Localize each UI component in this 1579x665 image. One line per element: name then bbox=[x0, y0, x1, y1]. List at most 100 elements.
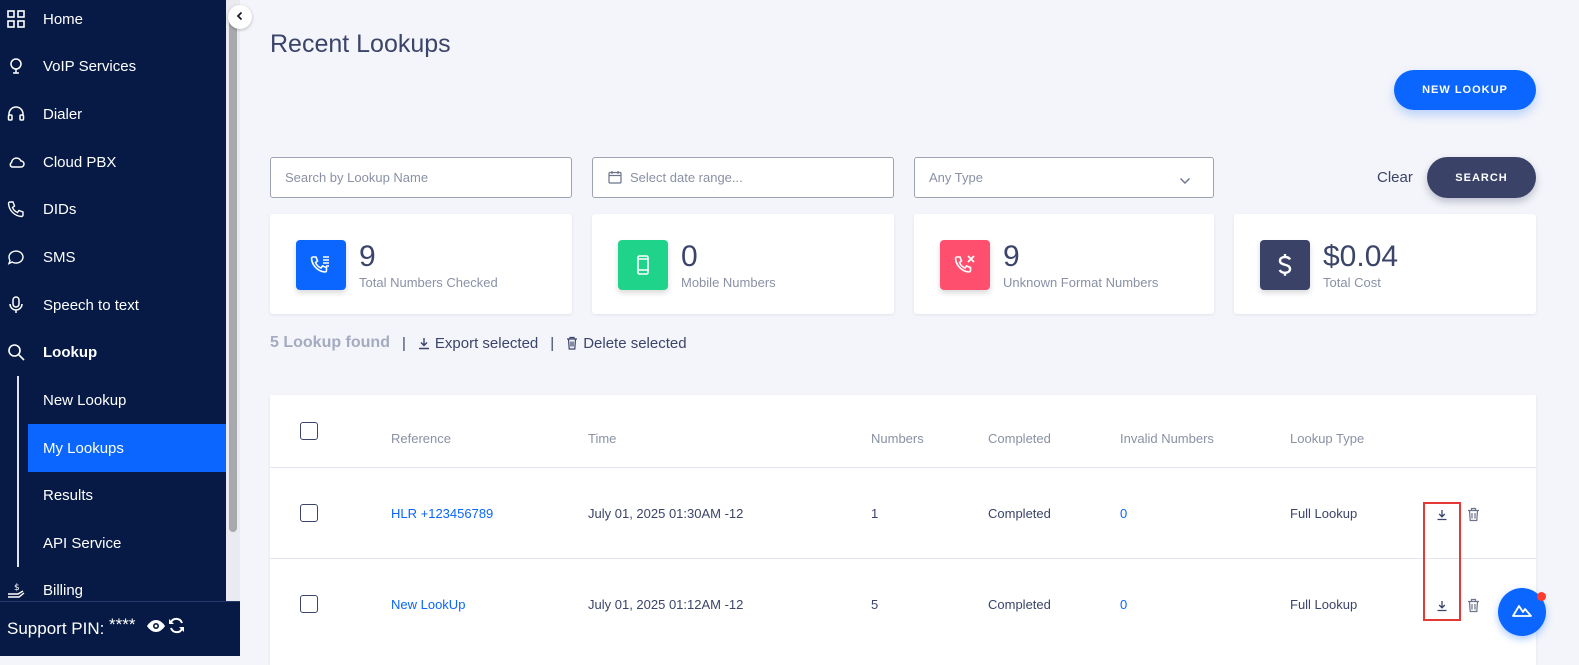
refresh-icon[interactable] bbox=[168, 617, 185, 639]
sidebar-item-home[interactable]: Home bbox=[0, 0, 226, 43]
collapse-sidebar-button[interactable] bbox=[228, 5, 252, 29]
stat-card-unknown-format: 9 Unknown Format Numbers bbox=[914, 214, 1214, 314]
results-count: 5 Lookup found bbox=[270, 334, 390, 351]
column-header-numbers[interactable]: Numbers bbox=[871, 431, 924, 446]
stat-value: $0.04 bbox=[1323, 240, 1399, 273]
divider bbox=[270, 558, 1536, 559]
search-input[interactable] bbox=[271, 158, 571, 197]
cloud-icon bbox=[7, 153, 25, 171]
sidebar-item-cloud-pbx[interactable]: Cloud PBX bbox=[0, 138, 226, 186]
search-button[interactable]: SEARCH bbox=[1427, 157, 1536, 198]
search-icon bbox=[7, 343, 25, 361]
date-range-input[interactable] bbox=[593, 158, 893, 197]
completed-cell: Completed bbox=[988, 506, 1051, 521]
sidebar-subitem-new-lookup[interactable]: New Lookup bbox=[28, 376, 226, 424]
sidebar-item-label: SMS bbox=[43, 248, 76, 266]
sidebar-subitem-label: Results bbox=[43, 486, 94, 504]
column-header-lookup-type[interactable]: Lookup Type bbox=[1290, 431, 1364, 446]
select-all-checkbox[interactable] bbox=[300, 422, 318, 440]
row-checkbox[interactable] bbox=[300, 504, 318, 522]
sidebar-item-label: Billing bbox=[43, 581, 84, 599]
phone-x-icon bbox=[940, 240, 990, 290]
download-column-highlight bbox=[1423, 502, 1461, 621]
sidebar-scrollbar-thumb[interactable] bbox=[229, 20, 237, 532]
sidebar-item-label: VoIP Services bbox=[43, 57, 137, 75]
submenu-line bbox=[17, 376, 19, 567]
sidebar-item-label: Dialer bbox=[43, 105, 83, 123]
completed-cell: Completed bbox=[988, 597, 1051, 612]
chat-widget-icon bbox=[1512, 602, 1532, 623]
reference-link[interactable]: New LookUp bbox=[391, 597, 465, 612]
sidebar-item-label: Lookup bbox=[43, 343, 98, 361]
date-range-field[interactable] bbox=[592, 157, 894, 198]
sidebar-item-speech-to-text[interactable]: Speech to text bbox=[0, 281, 226, 329]
column-header-time[interactable]: Time bbox=[588, 431, 616, 446]
sidebar-item-label: Home bbox=[43, 10, 84, 28]
sidebar: Home VoIP Services Dialer Cloud PBX DIDs… bbox=[0, 0, 226, 655]
stat-label: Total Cost bbox=[1323, 275, 1381, 290]
sidebar-subitem-label: My Lookups bbox=[43, 439, 124, 457]
headset-icon bbox=[7, 105, 25, 123]
download-icon bbox=[418, 337, 429, 349]
delete-selected-label: Delete selected bbox=[583, 334, 687, 352]
eye-icon[interactable] bbox=[146, 618, 166, 638]
stat-value: 9 bbox=[1003, 240, 1020, 273]
grid-icon bbox=[7, 10, 25, 28]
stat-label: Mobile Numbers bbox=[681, 275, 776, 290]
mobile-icon bbox=[618, 240, 668, 290]
trash-icon bbox=[567, 336, 578, 350]
sidebar-subitem-my-lookups[interactable]: My Lookups bbox=[28, 424, 226, 472]
time-cell: July 01, 2025 01:30AM -12 bbox=[588, 506, 744, 521]
sidebar-subitem-label: API Service bbox=[43, 534, 122, 552]
sidebar-item-lookup[interactable]: Lookup bbox=[0, 328, 226, 376]
divider bbox=[270, 467, 1536, 468]
sidebar-item-voip-services[interactable]: VoIP Services bbox=[0, 42, 226, 90]
column-header-invalid-numbers[interactable]: Invalid Numbers bbox=[1120, 431, 1214, 446]
billing-icon: $ bbox=[7, 581, 25, 599]
delete-selected-button[interactable]: Delete selected bbox=[566, 334, 687, 352]
sidebar-subitem-results[interactable]: Results bbox=[28, 471, 226, 519]
sidebar-item-sms[interactable]: SMS bbox=[0, 233, 226, 281]
sidebar-item-label: Cloud PBX bbox=[43, 153, 117, 171]
invalid-numbers-link[interactable]: 0 bbox=[1120, 597, 1127, 612]
phone-icon bbox=[7, 200, 25, 218]
lookup-type-cell: Full Lookup bbox=[1290, 506, 1358, 521]
chat-icon bbox=[7, 248, 25, 266]
numbers-cell: 1 bbox=[871, 506, 879, 521]
sidebar-item-dialer[interactable]: Dialer bbox=[0, 90, 226, 138]
stat-card-mobile-numbers: 0 Mobile Numbers bbox=[592, 214, 894, 314]
lookups-table: Reference Time Numbers Completed Invalid… bbox=[270, 395, 1536, 665]
stat-value: 0 bbox=[681, 240, 698, 273]
microphone-icon bbox=[7, 296, 25, 314]
trash-icon[interactable] bbox=[1465, 506, 1481, 522]
row-checkbox[interactable] bbox=[300, 595, 318, 613]
chevron-down-icon bbox=[1179, 173, 1191, 188]
column-header-reference[interactable]: Reference bbox=[391, 431, 451, 446]
invalid-numbers-link[interactable]: 0 bbox=[1120, 506, 1127, 521]
sidebar-item-dids[interactable]: DIDs bbox=[0, 185, 226, 233]
type-select[interactable]: Any Type bbox=[914, 157, 1214, 198]
reference-link[interactable]: HLR +123456789 bbox=[391, 506, 493, 521]
phone-list-icon bbox=[296, 240, 346, 290]
export-selected-label: Export selected bbox=[434, 334, 539, 352]
clear-filters-link[interactable]: Clear bbox=[1377, 169, 1413, 186]
sidebar-subitem-api-service[interactable]: API Service bbox=[28, 519, 226, 567]
chevron-left-icon bbox=[235, 8, 245, 26]
support-pin-bar: Support PIN: **** bbox=[0, 601, 240, 656]
results-toolbar: 5 Lookup found | Export selected | Delet… bbox=[270, 334, 687, 352]
sidebar-item-label: Speech to text bbox=[43, 296, 139, 314]
stat-card-total-numbers: 9 Total Numbers Checked bbox=[270, 214, 572, 314]
column-header-completed[interactable]: Completed bbox=[988, 431, 1051, 446]
search-field bbox=[270, 157, 572, 198]
trash-icon[interactable] bbox=[1465, 597, 1481, 613]
new-lookup-button[interactable]: NEW LOOKUP bbox=[1394, 70, 1536, 110]
calendar-icon bbox=[608, 170, 622, 187]
sidebar-item-label: DIDs bbox=[43, 200, 77, 218]
stat-card-total-cost: $0.04 Total Cost bbox=[1234, 214, 1536, 314]
divider: | bbox=[550, 334, 555, 352]
export-selected-button[interactable]: Export selected bbox=[418, 335, 538, 352]
stat-label: Total Numbers Checked bbox=[359, 275, 498, 290]
dollar-icon bbox=[1260, 240, 1310, 290]
voip-icon bbox=[7, 57, 25, 75]
svg-text:$: $ bbox=[14, 583, 20, 593]
